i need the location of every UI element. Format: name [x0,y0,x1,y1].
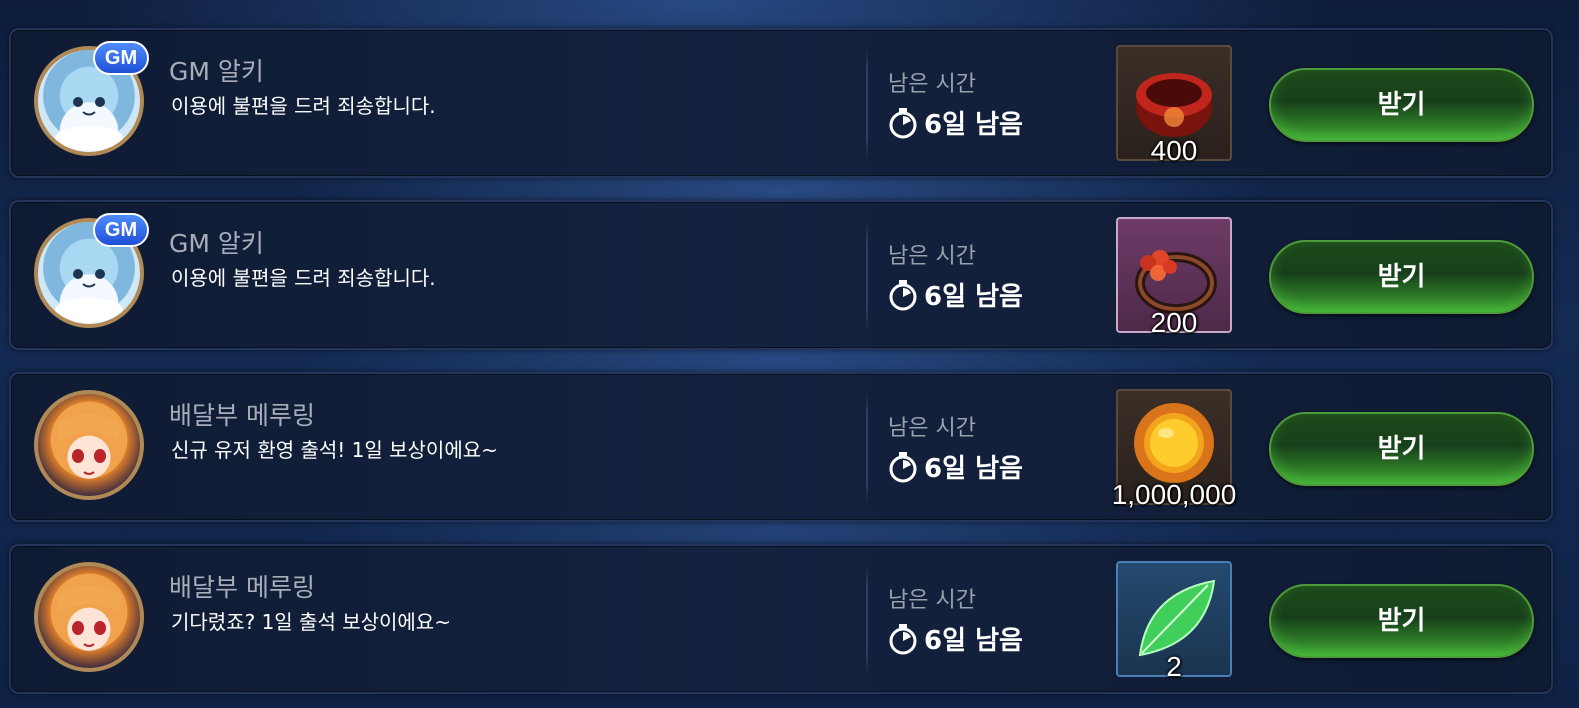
reward-quantity: 2 [1166,651,1182,682]
reward-quantity: 200 [1150,307,1198,338]
time-remaining-value: 6일 남음 [924,282,1023,312]
mail-message: 이용에 불편을 드려 죄송합니다. [171,266,436,290]
sender-name: 배달부 메루링 [169,573,315,602]
claim-button[interactable]: 받기 [1269,240,1534,314]
mail-row: 배달부 메루링 신규 유저 환영 출석! 1일 보상이에요~ 남은 시간 6일 … [9,372,1553,522]
stopwatch-icon [889,107,917,138]
mail-message: 이용에 불편을 드려 죄송합니다. [171,94,436,118]
time-remaining-value: 6일 남음 [924,110,1023,140]
mail-message: 기다렸죠? 1일 출석 보상이에요~ [171,610,451,634]
time-remaining-value: 6일 남음 [924,626,1023,656]
reward-quantity: 1,000,000 [1111,479,1237,510]
time-remaining: 6일 남음 [888,276,1023,313]
stopwatch-icon [889,623,917,654]
gm-badge: GM [93,213,149,247]
character-portrait-icon [56,414,122,475]
claim-button[interactable]: 받기 [1269,584,1534,658]
divider [866,564,868,676]
mail-list: GM GM 알키 이용에 불편을 드려 죄송합니다. 남은 시간 6일 남음 4… [0,0,1579,708]
mail-row: 배달부 메루링 기다렸죠? 1일 출석 보상이에요~ 남은 시간 6일 남음 2… [9,544,1553,694]
stopwatch-icon [889,279,917,310]
sender-name: 배달부 메루링 [169,401,315,430]
time-remaining-label: 남은 시간 [888,244,976,269]
sender-name: GM 알키 [169,229,264,258]
mail-row: GM GM 알키 이용에 불편을 드려 죄송합니다. 남은 시간 6일 남음 2… [9,200,1553,350]
mail-row: GM GM 알키 이용에 불편을 드려 죄송합니다. 남은 시간 6일 남음 4… [9,28,1553,178]
time-remaining-value: 6일 남음 [924,454,1023,484]
time-remaining-label: 남은 시간 [888,588,976,613]
time-remaining: 6일 남음 [888,448,1023,485]
time-remaining-label: 남은 시간 [888,416,976,441]
sender-avatar-courier [34,390,144,500]
divider [866,392,868,504]
gm-badge: GM [93,41,149,75]
claim-button[interactable]: 받기 [1269,68,1534,142]
mail-message: 신규 유저 환영 출석! 1일 보상이에요~ [171,438,498,462]
stopwatch-icon [889,451,917,482]
time-remaining: 6일 남음 [888,104,1023,141]
time-remaining-label: 남은 시간 [888,72,976,97]
claim-button[interactable]: 받기 [1269,412,1534,486]
divider [866,48,868,160]
reward-quantity: 400 [1150,135,1198,166]
divider [866,220,868,332]
sender-name: GM 알키 [169,57,264,86]
character-portrait-icon [56,586,122,647]
sender-avatar-courier [34,562,144,672]
time-remaining: 6일 남음 [888,620,1023,657]
